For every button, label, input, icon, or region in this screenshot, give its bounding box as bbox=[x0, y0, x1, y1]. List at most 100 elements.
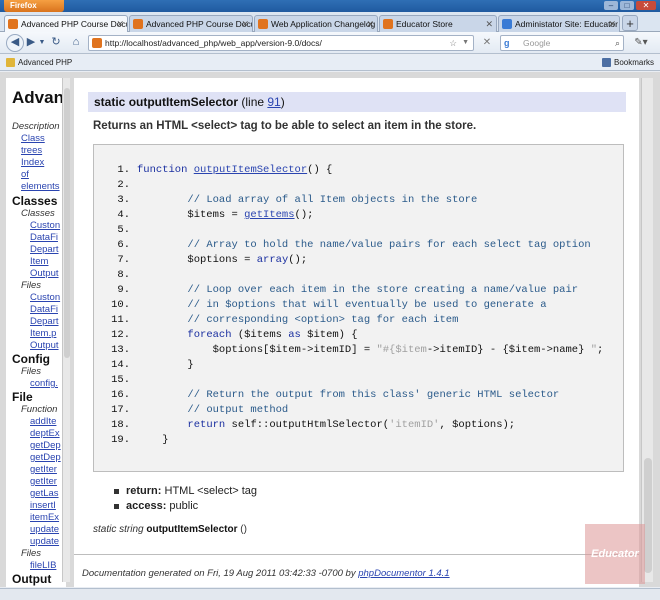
new-tab-button[interactable]: + bbox=[622, 15, 638, 31]
code-text: } bbox=[137, 434, 169, 446]
class-link[interactable]: Custon bbox=[30, 220, 60, 231]
code-line: 17. // output method bbox=[94, 403, 625, 418]
function-link[interactable]: getItems bbox=[244, 209, 294, 221]
function-link[interactable]: getIter bbox=[30, 464, 57, 475]
tab-advanced-php-docs-1[interactable]: Advanced PHP Course Docu... ✕ bbox=[4, 15, 128, 32]
class-link[interactable]: Depart bbox=[30, 244, 59, 255]
line-number: 17. bbox=[111, 404, 130, 416]
stop-icon[interactable]: ✕ bbox=[480, 36, 494, 50]
code-line: 5. bbox=[94, 223, 625, 238]
tab-advanced-php-docs-2[interactable]: Advanced PHP Course Docu... ✕ bbox=[129, 15, 253, 32]
bookmarks-toolbar: Advanced PHP Bookmarks bbox=[0, 55, 660, 71]
code-text: // Load array of all Item objects in the… bbox=[187, 194, 478, 206]
fileLIB-link[interactable]: fileLIB bbox=[30, 560, 56, 571]
close-tab-icon[interactable]: ✕ bbox=[241, 16, 249, 32]
tab-educator-store[interactable]: Educator Store ✕ bbox=[379, 15, 497, 32]
firefox-menu-button[interactable]: Firefox bbox=[4, 0, 64, 12]
search-input[interactable]: g Google ⌕ bbox=[500, 35, 624, 51]
close-tab-icon[interactable]: ✕ bbox=[485, 16, 493, 32]
function-link[interactable]: insertI bbox=[30, 500, 56, 511]
google-icon[interactable]: g bbox=[504, 37, 516, 49]
config-file-link[interactable]: config. bbox=[30, 378, 58, 389]
home-icon[interactable]: ⌂ bbox=[68, 35, 84, 51]
description-heading: Description bbox=[12, 121, 60, 132]
nav-title: Advan bbox=[12, 88, 64, 107]
minimize-icon[interactable]: – bbox=[604, 1, 618, 10]
function-link[interactable]: addIte bbox=[30, 416, 56, 427]
history-dropdown-icon[interactable]: ▼ bbox=[38, 35, 46, 51]
function-link[interactable]: update bbox=[30, 536, 59, 547]
function-link[interactable]: update bbox=[30, 524, 59, 535]
bookmark-advanced-php[interactable]: Advanced PHP bbox=[6, 55, 72, 70]
line-number: 18. bbox=[111, 419, 130, 431]
bookmark-star-icon[interactable]: ☆ bbox=[449, 36, 457, 50]
forward-arrow-icon[interactable]: ▶ bbox=[24, 35, 38, 51]
navigation-toolbar: ◀ ▶ ▼ ↻ ⌂ http://localhost/advanced_php/… bbox=[0, 32, 660, 54]
function-link[interactable]: getDep bbox=[30, 440, 61, 451]
file-link[interactable]: Output bbox=[30, 340, 59, 351]
class-link[interactable]: Output bbox=[30, 268, 59, 279]
status-bar bbox=[0, 588, 660, 600]
tab-label: Advanced PHP Course Docu... bbox=[21, 19, 128, 29]
phpdocumentor-link[interactable]: phpDocumentor 1.4.1 bbox=[358, 568, 449, 579]
line-number: 14. bbox=[111, 359, 130, 371]
function-link[interactable]: getLas bbox=[30, 488, 59, 499]
file-link[interactable]: Item.p bbox=[30, 328, 56, 339]
code-line: 6. // Array to hold the name/value pairs… bbox=[94, 238, 625, 253]
scrollbar-thumb[interactable] bbox=[64, 88, 70, 358]
page-viewport: Advan Description Class trees Index of e… bbox=[0, 72, 660, 587]
static-sig-prefix: static string bbox=[93, 524, 147, 535]
address-bar[interactable]: http://localhost/advanced_php/web_app/ve… bbox=[88, 35, 474, 51]
code-text: // corresponding <option> tag for each i… bbox=[187, 314, 459, 326]
file-link[interactable]: DataFi bbox=[30, 304, 58, 315]
line-number-link[interactable]: 91 bbox=[267, 95, 280, 109]
footer-generated: Documentation generated on Fri, 19 Aug 2… bbox=[82, 568, 359, 579]
search-icon[interactable]: ⌕ bbox=[615, 36, 620, 50]
nav-link-class[interactable]: Class bbox=[21, 133, 45, 144]
line-number: 3. bbox=[117, 194, 130, 206]
class-link[interactable]: DataFi bbox=[30, 232, 58, 243]
nav-link-trees[interactable]: trees bbox=[21, 145, 42, 156]
nav-link-index[interactable]: Index bbox=[21, 157, 44, 168]
code-line: 11. // corresponding <option> tag for ea… bbox=[94, 313, 625, 328]
function-link[interactable]: itemEx bbox=[30, 512, 59, 523]
file-link[interactable]: Custon bbox=[30, 292, 60, 303]
addon-toolbar-icon[interactable]: ✎▾ bbox=[630, 36, 652, 50]
tab-web-application-changelog[interactable]: Web Application Changelog ✕ bbox=[254, 15, 378, 32]
main-frame-scrollbar[interactable] bbox=[641, 78, 653, 582]
function-link[interactable]: deptEx bbox=[30, 428, 60, 439]
code-text: // Array to hold the name/value pairs fo… bbox=[187, 239, 591, 251]
access-tag: access: public bbox=[114, 499, 257, 514]
output-heading: Output bbox=[12, 572, 52, 586]
maximize-icon[interactable]: □ bbox=[620, 1, 634, 10]
url-dropdown-icon[interactable]: ▼ bbox=[462, 36, 469, 50]
close-tab-icon[interactable]: ✕ bbox=[366, 16, 374, 32]
code-text: // output method bbox=[187, 404, 289, 416]
tab-label: Web Application Changelog bbox=[271, 19, 376, 29]
left-frame-scrollbar[interactable] bbox=[62, 78, 70, 582]
file-link[interactable]: Depart bbox=[30, 316, 59, 327]
nav-link-of[interactable]: of bbox=[21, 169, 29, 180]
bookmarks-menu-button[interactable]: Bookmarks bbox=[601, 55, 654, 70]
close-window-icon[interactable]: ✕ bbox=[636, 1, 656, 10]
function-link[interactable]: getIter bbox=[30, 476, 57, 487]
close-tab-icon[interactable]: ✕ bbox=[116, 16, 124, 32]
classes-subheading: Classes bbox=[21, 208, 55, 219]
tab-administrator-site[interactable]: Administator Site: Educator ... ✕ bbox=[498, 15, 620, 32]
reload-icon[interactable]: ↻ bbox=[48, 35, 64, 51]
line-number: 15. bbox=[111, 374, 130, 386]
config-files-subheading: Files bbox=[21, 366, 42, 377]
code-line: 7. $options = array(); bbox=[94, 253, 625, 268]
line-number: 16. bbox=[111, 389, 130, 401]
class-link[interactable]: Item bbox=[30, 256, 48, 267]
nav-link-elements[interactable]: elements bbox=[21, 181, 60, 192]
footer-divider bbox=[74, 554, 639, 555]
scrollbar-thumb[interactable] bbox=[644, 458, 652, 573]
function-link[interactable]: getDep bbox=[30, 452, 61, 463]
back-arrow-icon[interactable]: ◀ bbox=[6, 34, 24, 52]
access-value: public bbox=[166, 500, 199, 512]
code-text: function outputItemSelector() { bbox=[137, 164, 333, 176]
function-link[interactable]: outputItemSelector bbox=[194, 164, 307, 176]
line-number: 4. bbox=[117, 209, 130, 221]
close-tab-icon[interactable]: ✕ bbox=[608, 16, 616, 32]
